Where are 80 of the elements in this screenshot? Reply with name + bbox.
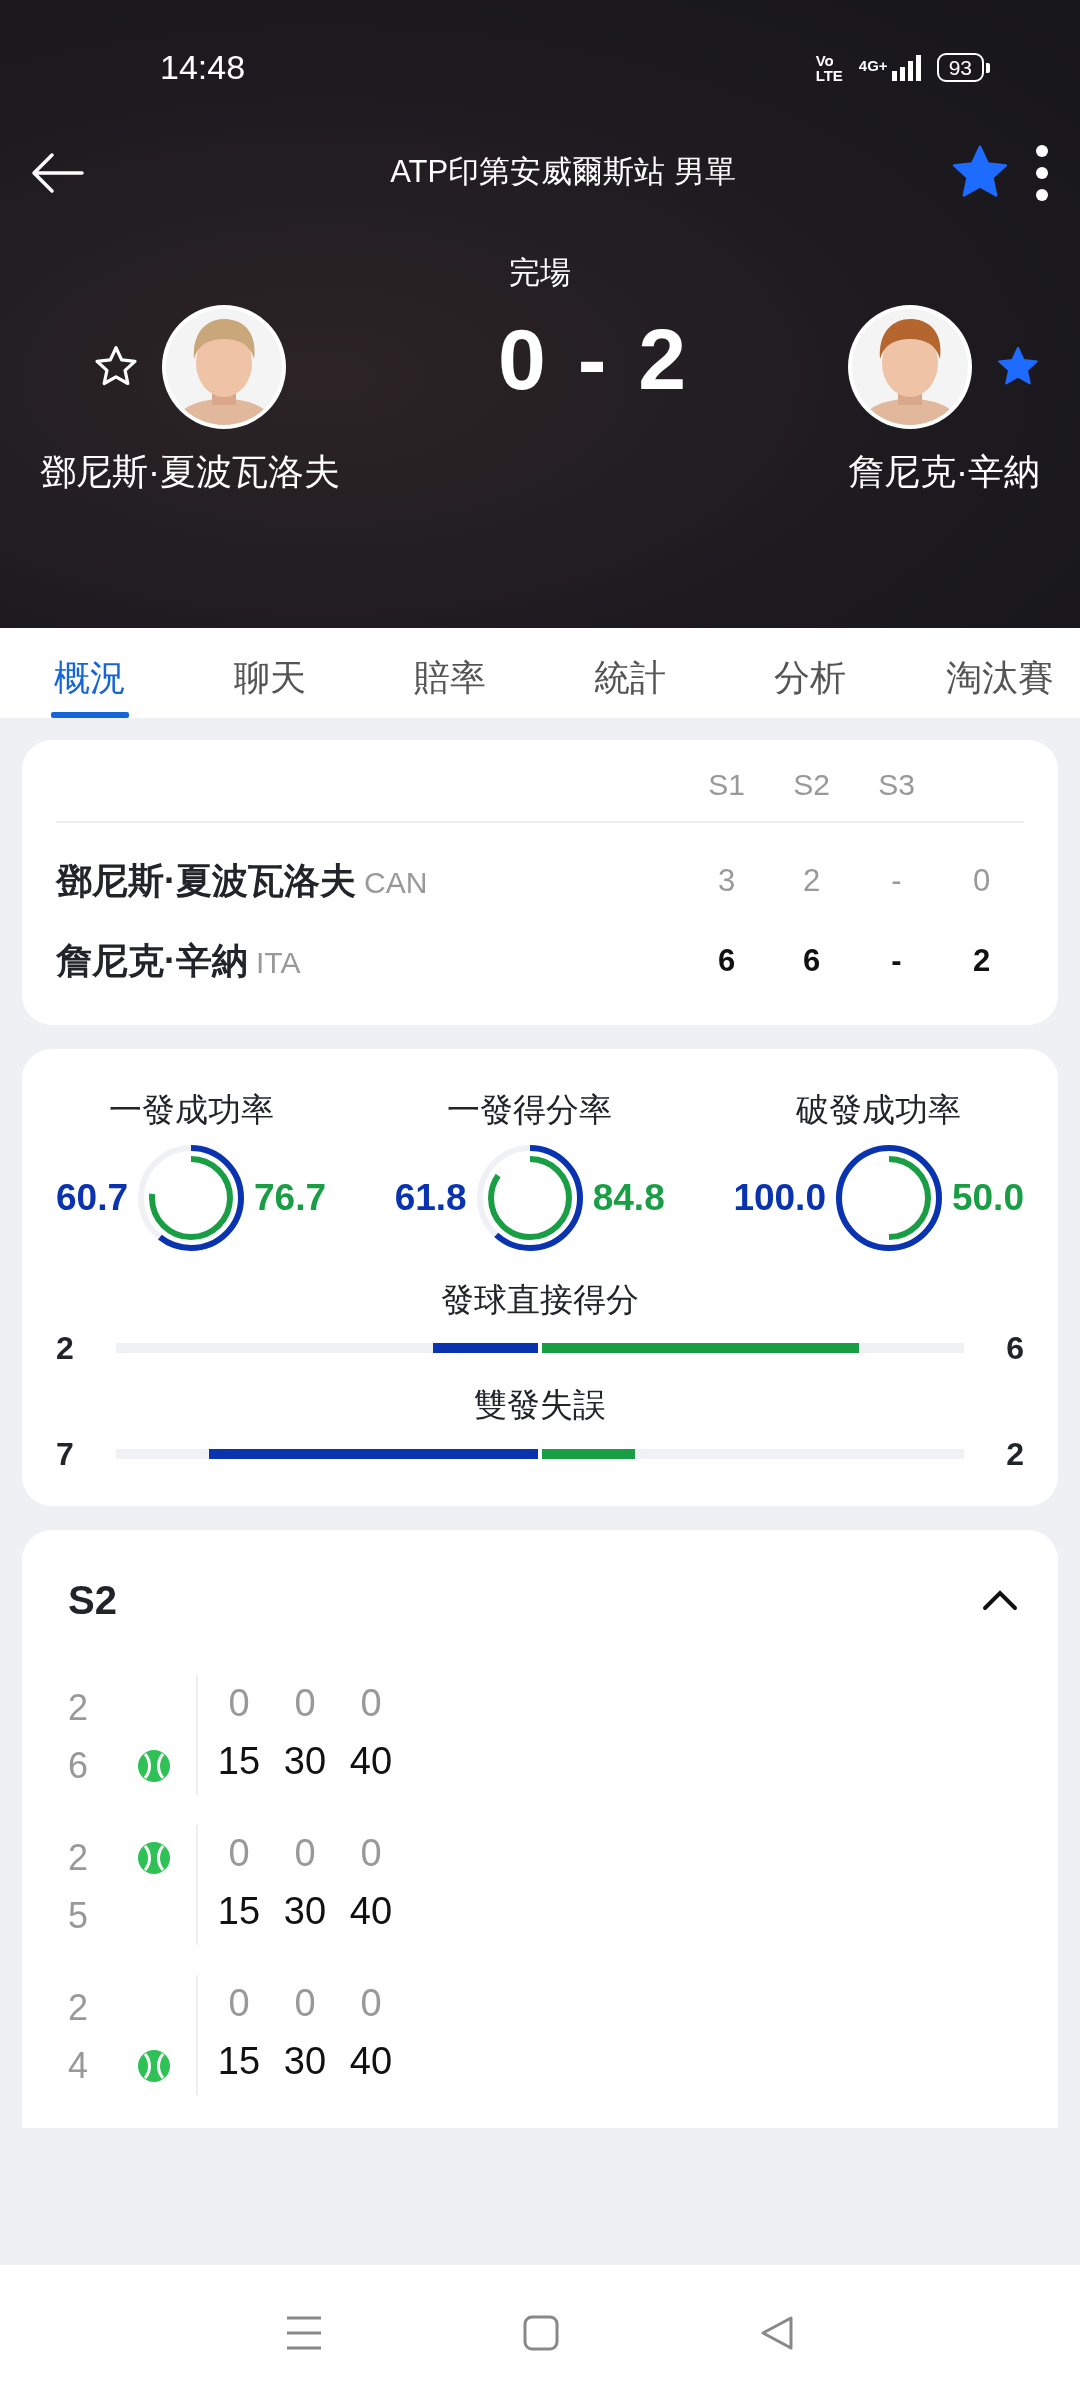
point-score: 40	[348, 1739, 394, 1784]
point-score: 0	[227, 1981, 251, 2026]
point-score: 15	[216, 2039, 262, 2084]
set-score: -	[890, 941, 903, 980]
triangle-icon	[759, 2314, 795, 2351]
column-header: S2	[792, 767, 831, 803]
point-score: 0	[293, 1681, 317, 1726]
more-icon	[1034, 142, 1050, 203]
player-name: 詹尼克·辛納	[848, 449, 1040, 494]
network-label: 4G+	[858, 55, 888, 76]
tab[interactable]: 統計	[540, 628, 720, 718]
tab[interactable]: 淘汰賽	[900, 628, 1080, 718]
stat-value: 84.8	[592, 1175, 665, 1220]
point-score: 15	[216, 1739, 262, 1784]
stat-value: 100.0	[733, 1175, 826, 1220]
stat-label: 發球直接得分	[441, 1280, 639, 1318]
stat-label: 一發得分率	[447, 1090, 613, 1130]
game-score: 2	[68, 1685, 90, 1730]
stat-value: 61.8	[394, 1175, 467, 1220]
match-score: 0 - 2	[497, 316, 691, 402]
set-title: S2	[68, 1576, 117, 1624]
set-score: 6	[716, 941, 737, 980]
point-score: 0	[227, 1681, 251, 1726]
stat-value: 50.0	[951, 1175, 1024, 1220]
square-icon	[523, 2314, 559, 2351]
volte-label: Vo	[815, 52, 835, 68]
game-score: 2	[68, 1985, 90, 2030]
match-status: 完場	[508, 254, 572, 292]
point-score: 40	[348, 1889, 394, 1934]
total-score: 0	[971, 861, 992, 900]
stat-label: 一發成功率	[108, 1090, 274, 1130]
point-score: 0	[359, 1981, 383, 2026]
tab[interactable]: 賠率	[360, 628, 540, 718]
page-title: ATP印第安威爾斯站 男單	[389, 153, 737, 192]
tab[interactable]: 概況	[0, 628, 180, 718]
set-score: -	[890, 861, 903, 900]
stat-value: 6	[1005, 1329, 1024, 1368]
stat-label: 破發成功率	[796, 1090, 962, 1130]
column-header: S3	[877, 767, 916, 803]
country-code: CAN	[364, 865, 428, 901]
set-score: 2	[801, 861, 822, 900]
game-score: 5	[68, 1893, 90, 1938]
point-score: 15	[216, 1889, 262, 1934]
tab[interactable]: 分析	[720, 628, 900, 718]
volte-label: LTE	[815, 67, 843, 83]
stat-value: 60.7	[56, 1175, 128, 1220]
status-time: 14:48	[160, 47, 246, 88]
set-score: 6	[801, 941, 822, 980]
point-score: 30	[282, 1889, 328, 1934]
country-code: ITA	[256, 945, 301, 981]
point-score: 0	[293, 1981, 317, 2026]
player-name: 詹尼克·辛納	[56, 939, 248, 983]
battery-level: 93	[936, 52, 984, 83]
more-button[interactable]	[1034, 142, 1050, 203]
stat-value: 2	[56, 1329, 75, 1368]
point-score: 0	[293, 1831, 317, 1876]
stat-value: 7	[56, 1434, 75, 1474]
set-score: 3	[716, 861, 737, 900]
home-button[interactable]	[523, 2314, 559, 2351]
point-score: 30	[282, 1739, 328, 1784]
column-header: S1	[707, 767, 746, 803]
game-score: 4	[68, 2043, 90, 2088]
player-name: 鄧尼斯·夏波瓦洛夫	[40, 449, 340, 494]
player-name: 鄧尼斯·夏波瓦洛夫	[56, 859, 356, 903]
back-nav-button[interactable]	[759, 2314, 795, 2351]
total-score: 2	[971, 941, 992, 980]
point-score: 0	[359, 1831, 383, 1876]
stat-value: 2	[1005, 1434, 1024, 1474]
point-score: 30	[282, 2039, 328, 2084]
stat-label: 雙發失誤	[474, 1386, 606, 1423]
game-score: 2	[68, 1835, 90, 1880]
stat-value: 76.7	[254, 1175, 327, 1220]
point-score: 0	[359, 1681, 383, 1726]
game-score: 6	[68, 1743, 90, 1788]
menu-button[interactable]	[285, 2314, 323, 2351]
tab[interactable]: 聊天	[180, 628, 360, 718]
point-score: 0	[227, 1831, 251, 1876]
point-score: 40	[348, 2039, 394, 2084]
menu-icon	[285, 2314, 323, 2351]
signal-icon	[891, 54, 921, 81]
